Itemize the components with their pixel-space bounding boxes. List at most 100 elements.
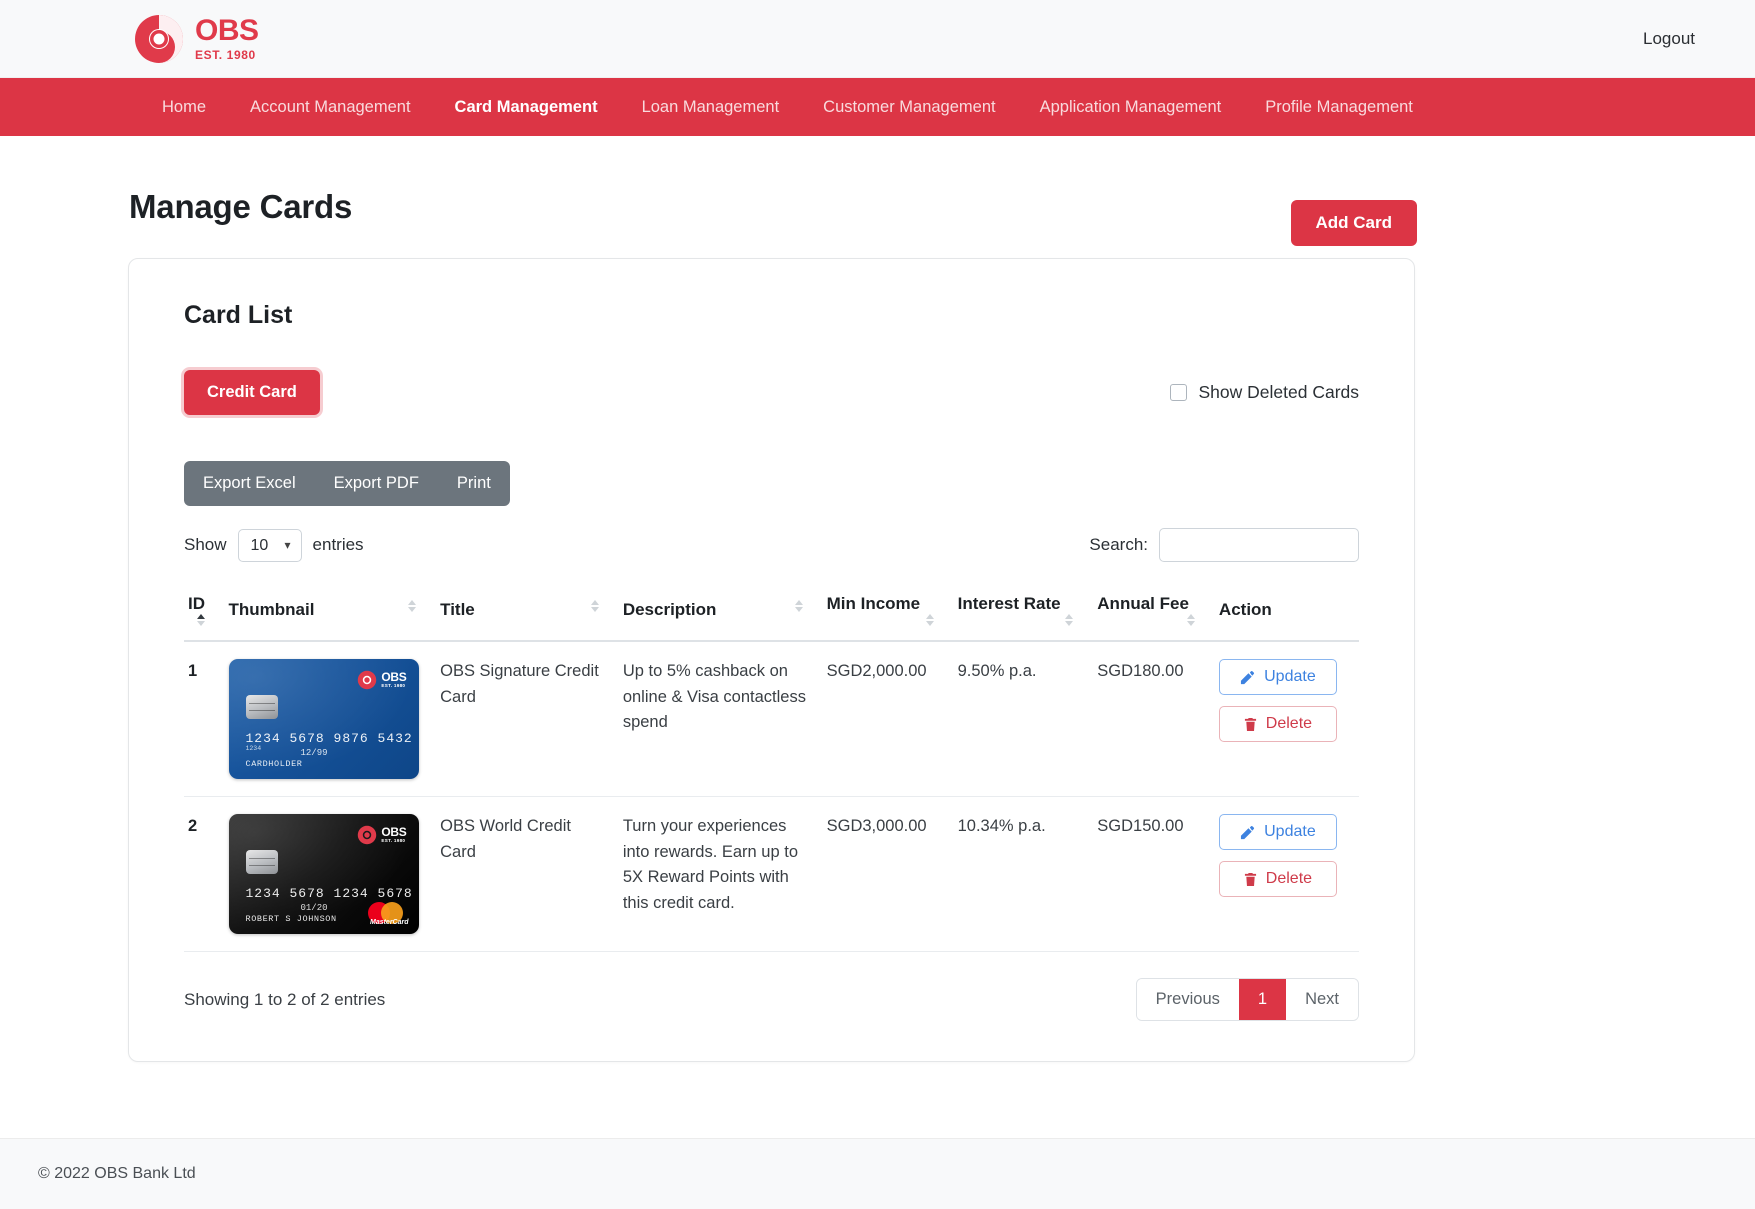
show-entries-prefix: Show (184, 535, 227, 554)
sort-icon-description (794, 600, 803, 612)
pagination-page-1-button[interactable]: 1 (1238, 979, 1287, 1020)
table-footer: Showing 1 to 2 of 2 entries Previous 1 N… (184, 978, 1359, 1021)
print-button[interactable]: Print (438, 461, 510, 506)
nav-item-loan-management[interactable]: Loan Management (620, 98, 802, 117)
update-button[interactable]: Update (1218, 659, 1337, 695)
column-header-description[interactable]: Description (618, 584, 823, 642)
card-chip-icon (245, 850, 278, 874)
column-header-title[interactable]: Title (436, 584, 619, 642)
show-entries-control: Show 10 ▾ entries (184, 528, 364, 562)
entries-select-wrapper[interactable]: 10 ▾ (237, 528, 302, 562)
column-header-min-income[interactable]: Min Income (822, 584, 954, 642)
pagination-previous-button[interactable]: Previous (1136, 979, 1239, 1020)
column-label-thumbnail: Thumbnail (228, 600, 315, 619)
cell-id: 2 (184, 796, 225, 952)
page-title: Manage Cards (129, 188, 353, 225)
column-label-interest-rate: Interest Rate (957, 594, 1061, 613)
card-brand-name: OBS (381, 670, 407, 685)
column-header-annual-fee[interactable]: Annual Fee (1093, 584, 1215, 642)
trash-icon (1244, 717, 1256, 731)
obs-swirl-logo-icon (135, 14, 183, 63)
card-thumbnail-image: OBS EST. 1980 1234 5678 9876 5432 1234 1… (228, 659, 419, 779)
card-thumbnail-image: OBS EST. 1980 1234 5678 1234 5678 01/20 … (228, 814, 419, 934)
pagination-next-button[interactable]: Next (1286, 979, 1358, 1020)
delete-button[interactable]: Delete (1218, 861, 1337, 897)
entries-per-page-select[interactable]: 10 (237, 528, 302, 562)
column-label-annual-fee: Annual Fee (1097, 594, 1189, 613)
nav-item-home[interactable]: Home (140, 98, 228, 117)
column-label-action: Action (1218, 600, 1272, 619)
cell-description: Up to 5% cashback on online & Visa conta… (618, 641, 823, 797)
card-brand-tagline: EST. 1980 (381, 838, 406, 844)
delete-button[interactable]: Delete (1218, 706, 1337, 742)
card-holder-name: ROBERT S JOHNSON (245, 913, 337, 924)
copyright-text: © 2022 OBS Bank Ltd (38, 1165, 196, 1182)
cell-interest-rate: 10.34% p.a. (953, 796, 1094, 952)
search-input[interactable] (1159, 528, 1359, 562)
cell-interest-rate: 9.50% p.a. (953, 641, 1094, 797)
nav-item-card-management[interactable]: Card Management (433, 98, 620, 117)
card-brand-logo: OBS EST. 1980 (357, 825, 407, 845)
column-header-id[interactable]: ID (184, 584, 225, 642)
page-root: OBS EST. 1980 Logout Home Account Manage… (0, 0, 1755, 1209)
card-brand-name: OBS (381, 825, 407, 840)
logout-button[interactable]: Logout (1621, 23, 1717, 55)
add-card-button[interactable]: Add Card (1290, 200, 1417, 246)
cell-id: 1 (184, 641, 225, 797)
brand-name: OBS (195, 14, 259, 47)
column-label-description: Description (622, 600, 717, 619)
trash-icon (1244, 872, 1256, 886)
export-button-group: Export Excel Export PDF Print (184, 461, 510, 506)
export-pdf-button[interactable]: Export PDF (315, 461, 438, 506)
update-button-label: Update (1264, 823, 1316, 840)
column-label-title: Title (440, 600, 475, 619)
card-list-table: ID Thumbnail Title Description Min Incom… (184, 584, 1359, 952)
table-header-row: ID Thumbnail Title Description Min Incom… (184, 584, 1359, 642)
nav-item-application-management[interactable]: Application Management (1018, 98, 1244, 117)
table-row: 1 OBS EST. 1980 1234 5678 9876 5432 1234… (184, 641, 1359, 797)
card-expiry: 12/99 (300, 748, 328, 758)
showing-entries-text: Showing 1 to 2 of 2 entries (184, 989, 386, 1009)
card-number: 1234 5678 9876 5432 (245, 731, 413, 746)
credit-card-filter-button[interactable]: Credit Card (184, 370, 320, 415)
card-holder-name: CARDHOLDER (245, 758, 303, 769)
show-deleted-cards-checkbox[interactable] (1169, 384, 1187, 401)
nav-item-account-management[interactable]: Account Management (228, 98, 433, 117)
mastercard-logo-icon: MasterCard (367, 901, 410, 928)
update-button-label: Update (1264, 668, 1316, 685)
column-label-min-income: Min Income (826, 594, 921, 613)
sort-icon-thumbnail (408, 600, 417, 612)
cell-action: Update Delete (1214, 641, 1359, 797)
cell-action: Update Delete (1214, 796, 1359, 952)
main-navigation: Home Account Management Card Management … (0, 78, 1755, 136)
table-body: 1 OBS EST. 1980 1234 5678 9876 5432 1234… (184, 641, 1359, 952)
sort-icon-title (590, 600, 599, 612)
cell-thumbnail: OBS EST. 1980 1234 5678 1234 5678 01/20 … (224, 796, 437, 952)
update-button[interactable]: Update (1218, 814, 1337, 850)
card-list-panel: Card List Credit Card Show Deleted Cards… (128, 258, 1415, 1062)
obs-swirl-logo-icon (358, 825, 377, 845)
card-number-small: 1234 (245, 745, 262, 752)
table-header: ID Thumbnail Title Description Min Incom… (184, 584, 1359, 642)
column-header-interest-rate[interactable]: Interest Rate (953, 584, 1094, 642)
pagination: Previous 1 Next (1135, 978, 1359, 1021)
delete-button-label: Delete (1265, 870, 1313, 887)
brand-logo[interactable]: OBS EST. 1980 (133, 13, 259, 65)
cell-annual-fee: SGD150.00 (1093, 796, 1215, 952)
sort-icon-interest-rate (1065, 614, 1074, 626)
cell-description: Turn your experiences into rewards. Earn… (618, 796, 823, 952)
cell-min-income: SGD2,000.00 (822, 641, 954, 797)
column-header-action: Action (1214, 584, 1359, 642)
obs-swirl-logo-icon (358, 670, 377, 690)
export-excel-button[interactable]: Export Excel (184, 461, 315, 506)
filter-row: Credit Card Show Deleted Cards (184, 370, 1359, 415)
column-header-thumbnail[interactable]: Thumbnail (224, 584, 437, 642)
edit-pencil-icon (1241, 670, 1255, 684)
brand-tagline: EST. 1980 (195, 48, 256, 62)
mastercard-label: MasterCard (369, 919, 409, 927)
nav-item-profile-management[interactable]: Profile Management (1243, 98, 1435, 117)
edit-pencil-icon (1241, 825, 1255, 839)
nav-item-customer-management[interactable]: Customer Management (801, 98, 1017, 117)
cell-thumbnail: OBS EST. 1980 1234 5678 9876 5432 1234 1… (224, 641, 437, 797)
show-deleted-cards-control[interactable]: Show Deleted Cards (1169, 382, 1359, 403)
